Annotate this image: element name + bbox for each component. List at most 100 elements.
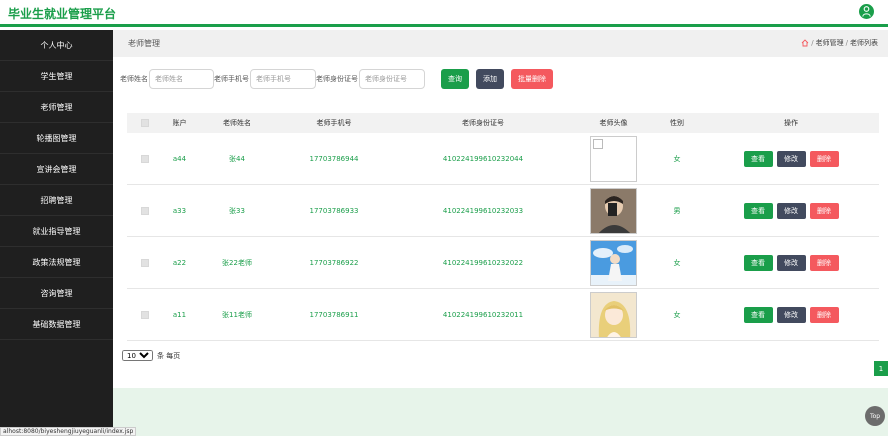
row-checkbox[interactable] <box>141 258 149 267</box>
sidebar-item-teachers[interactable]: 老师管理 <box>0 92 113 123</box>
sidebar-item-students[interactable]: 学生管理 <box>0 61 113 92</box>
cell-gender: 女 <box>673 310 681 319</box>
row-select-cell <box>127 310 163 319</box>
view-button[interactable]: 查看 <box>743 202 773 219</box>
header-account: 账户 <box>172 119 187 127</box>
name-label: 老师姓名 <box>120 75 148 83</box>
user-avatar-icon[interactable] <box>859 4 874 19</box>
sidebar-item-basic-data[interactable]: 基础数据管理 <box>0 309 113 340</box>
cell-name: 张11老师 <box>222 310 252 319</box>
row-checkbox[interactable] <box>141 310 149 319</box>
teacher-table: 账户 老师姓名 老师手机号 老师身份证号 老师头像 性别 操作 a44 张44 … <box>127 113 879 341</box>
cell-ops: 查看 修改 删除 <box>703 150 879 167</box>
table-row: a11 张11老师 17703786911 410224199610232011… <box>127 289 879 341</box>
teacher-avatar-image <box>590 239 637 286</box>
cell-ops: 查看 修改 删除 <box>703 254 879 271</box>
cell-ops: 查看 修改 删除 <box>703 306 879 323</box>
delete-button[interactable]: 删除 <box>809 202 839 219</box>
cell-gender: 女 <box>673 154 681 163</box>
sidebar-item-recruitment[interactable]: 招聘管理 <box>0 185 113 216</box>
delete-button[interactable]: 删除 <box>809 306 839 323</box>
cell-phone: 17703786911 <box>309 310 359 319</box>
sidebar-item-carousel[interactable]: 轮播图管理 <box>0 123 113 154</box>
header-phone: 老师手机号 <box>316 119 352 127</box>
teacher-avatar-image <box>590 291 637 338</box>
cell-avatar <box>576 135 651 182</box>
page-title: 老师管理 <box>128 39 160 48</box>
header-gender: 性别 <box>670 119 684 127</box>
phone-label: 老师手机号 <box>214 75 249 83</box>
search-form: 老师姓名 老师手机号 老师身份证号 查询 添加 批量删除 <box>120 69 553 89</box>
cell-account: a33 <box>172 206 187 215</box>
cell-account: a22 <box>172 258 187 267</box>
pagination-size: 10 条 每页 <box>122 350 180 361</box>
footer-band <box>113 388 888 436</box>
delete-button[interactable]: 删除 <box>809 150 839 167</box>
add-button[interactable]: 添加 <box>476 69 504 89</box>
cell-ops: 查看 修改 删除 <box>703 202 879 219</box>
row-checkbox[interactable] <box>141 154 149 163</box>
breadcrumb-separator: / <box>845 39 848 47</box>
header-avatar: 老师头像 <box>599 119 628 127</box>
home-icon[interactable] <box>801 39 809 47</box>
header-bar: 老师管理 / 老师管理 / 老师列表 <box>113 30 888 57</box>
table-row: a22 张22老师 17703786922 410224199610232022… <box>127 237 879 289</box>
sidebar: 个人中心 学生管理 老师管理 轮播图管理 宣讲会管理 招聘管理 就业指导管理 政… <box>0 30 113 436</box>
id-number-label: 老师身份证号 <box>316 75 358 83</box>
cell-phone: 17703786922 <box>309 258 359 267</box>
sidebar-item-consulting[interactable]: 咨询管理 <box>0 278 113 309</box>
row-select-cell <box>127 154 163 163</box>
header-ops: 操作 <box>784 119 798 127</box>
cell-gender: 男 <box>673 206 681 215</box>
sidebar-item-profile[interactable]: 个人中心 <box>0 30 113 61</box>
edit-button[interactable]: 修改 <box>776 306 806 323</box>
back-to-top-button[interactable]: Top <box>865 406 885 426</box>
cell-account: a44 <box>172 154 187 163</box>
phone-input[interactable] <box>250 69 316 89</box>
header-id-number: 老师身份证号 <box>462 119 504 127</box>
edit-button[interactable]: 修改 <box>776 202 806 219</box>
sidebar-item-guidance[interactable]: 就业指导管理 <box>0 216 113 247</box>
status-url: alhost:8080/biyeshengjiuyeguanli/index.j… <box>0 427 137 436</box>
cell-name: 张33 <box>229 206 245 215</box>
view-button[interactable]: 查看 <box>743 150 773 167</box>
delete-button[interactable]: 删除 <box>809 254 839 271</box>
select-all-checkbox[interactable] <box>141 119 149 127</box>
edit-button[interactable]: 修改 <box>776 254 806 271</box>
breadcrumb-teacher-management[interactable]: 老师管理 <box>816 38 844 48</box>
breadcrumb-teacher-list: 老师列表 <box>850 39 878 47</box>
per-page-label: 条 每页 <box>157 351 181 360</box>
page-size-select[interactable]: 10 <box>122 350 153 361</box>
page-number-button[interactable]: 1 <box>874 361 888 376</box>
batch-delete-button[interactable]: 批量删除 <box>511 69 553 89</box>
table-row: a44 张44 17703786944 410224199610232044 女… <box>127 133 879 185</box>
cell-id-number: 410224199610232044 <box>442 154 524 163</box>
view-button[interactable]: 查看 <box>743 306 773 323</box>
cell-account: a11 <box>172 310 187 319</box>
table-row: a33 张33 17703786933 410224199610232033 男… <box>127 185 879 237</box>
app-title: 毕业生就业管理平台 <box>8 7 117 21</box>
row-select-cell <box>127 206 163 215</box>
top-bar: 毕业生就业管理平台 <box>0 0 888 27</box>
teacher-avatar-image <box>590 187 637 234</box>
select-all-cell <box>127 119 163 127</box>
row-checkbox[interactable] <box>141 206 149 215</box>
cell-id-number: 410224199610232022 <box>442 258 524 267</box>
breadcrumb-separator: / <box>811 39 814 47</box>
cell-id-number: 410224199610232033 <box>442 206 524 215</box>
cell-name: 张44 <box>229 154 245 163</box>
query-button[interactable]: 查询 <box>441 69 469 89</box>
sidebar-item-policies[interactable]: 政策法规管理 <box>0 247 113 278</box>
id-number-input[interactable] <box>359 69 425 89</box>
main-content: 老师管理 / 老师管理 / 老师列表 老师姓名 老师手机号 老师身份证号 查询 … <box>113 30 888 436</box>
cell-avatar <box>576 187 651 234</box>
sidebar-item-seminars[interactable]: 宣讲会管理 <box>0 154 113 185</box>
broken-image-icon <box>590 135 637 182</box>
name-input[interactable] <box>149 69 214 89</box>
cell-phone: 17703786933 <box>309 206 359 215</box>
view-button[interactable]: 查看 <box>743 254 773 271</box>
edit-button[interactable]: 修改 <box>776 150 806 167</box>
header-name: 老师姓名 <box>223 119 251 127</box>
row-select-cell <box>127 258 163 267</box>
breadcrumb: / 老师管理 / 老师列表 <box>801 38 878 48</box>
